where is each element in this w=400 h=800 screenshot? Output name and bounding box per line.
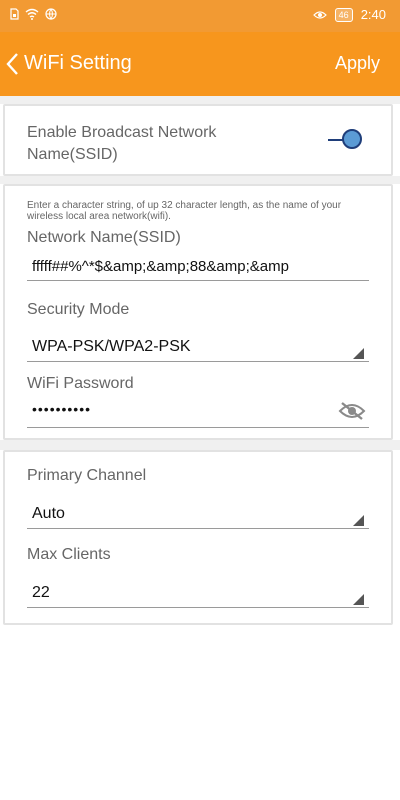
ssid-input[interactable]: fffff##%^*$&amp;&amp;88&amp;&amp — [32, 258, 289, 275]
channel-underline — [27, 528, 369, 529]
sim-card-icon — [10, 8, 19, 20]
section-gap — [0, 96, 400, 104]
network-options-card: Primary Channel Auto Max Clients 22 — [3, 450, 393, 625]
password-input[interactable]: •••••••••• — [32, 401, 91, 417]
status-time: 2:40 — [360, 7, 386, 22]
battery-level: 46 — [334, 7, 353, 22]
broadcast-label: Enable Broadcast Network Name(SSID) — [27, 124, 217, 163]
security-underline — [27, 361, 369, 362]
security-mode-label: Security Mode — [27, 301, 130, 318]
ssid-label: Network Name(SSID) — [27, 229, 181, 246]
status-right-icons: 46 2:40 — [312, 7, 386, 22]
primary-channel-select[interactable]: Auto — [32, 505, 65, 523]
security-dropdown-icon — [353, 348, 364, 359]
section-gap — [0, 440, 400, 450]
max-clients-dropdown-icon — [353, 594, 364, 605]
page-title: WiFi Setting — [24, 52, 132, 74]
status-bar: 46 2:40 — [0, 0, 400, 32]
broadcast-toggle[interactable] — [326, 128, 366, 152]
password-underline — [27, 427, 369, 428]
channel-dropdown-icon — [353, 515, 364, 526]
status-left-icons — [10, 8, 57, 20]
ssid-underline — [27, 280, 369, 281]
eye-comfort-icon — [312, 10, 327, 19]
ssid-help-text: Enter a character string, of up 32 chara… — [27, 200, 342, 222]
eye-off-icon[interactable] — [338, 401, 366, 421]
primary-channel-label: Primary Channel — [27, 467, 147, 484]
app-bar: WiFi Setting Apply — [0, 32, 400, 96]
section-gap — [0, 176, 400, 184]
vpn-globe-icon — [45, 8, 57, 20]
password-label: WiFi Password — [27, 375, 134, 392]
wifi-credentials-card: Enter a character string, of up 32 chara… — [3, 184, 393, 440]
max-clients-select[interactable]: 22 — [32, 584, 50, 602]
toggle-thumb — [342, 129, 362, 149]
max-clients-label: Max Clients — [27, 546, 111, 563]
security-mode-select[interactable]: WPA-PSK/WPA2-PSK — [32, 338, 191, 356]
apply-button[interactable]: Apply — [335, 53, 380, 74]
broadcast-card: Enable Broadcast Network Name(SSID) — [3, 104, 393, 176]
max-clients-underline — [27, 607, 369, 608]
wifi-icon — [25, 8, 39, 20]
